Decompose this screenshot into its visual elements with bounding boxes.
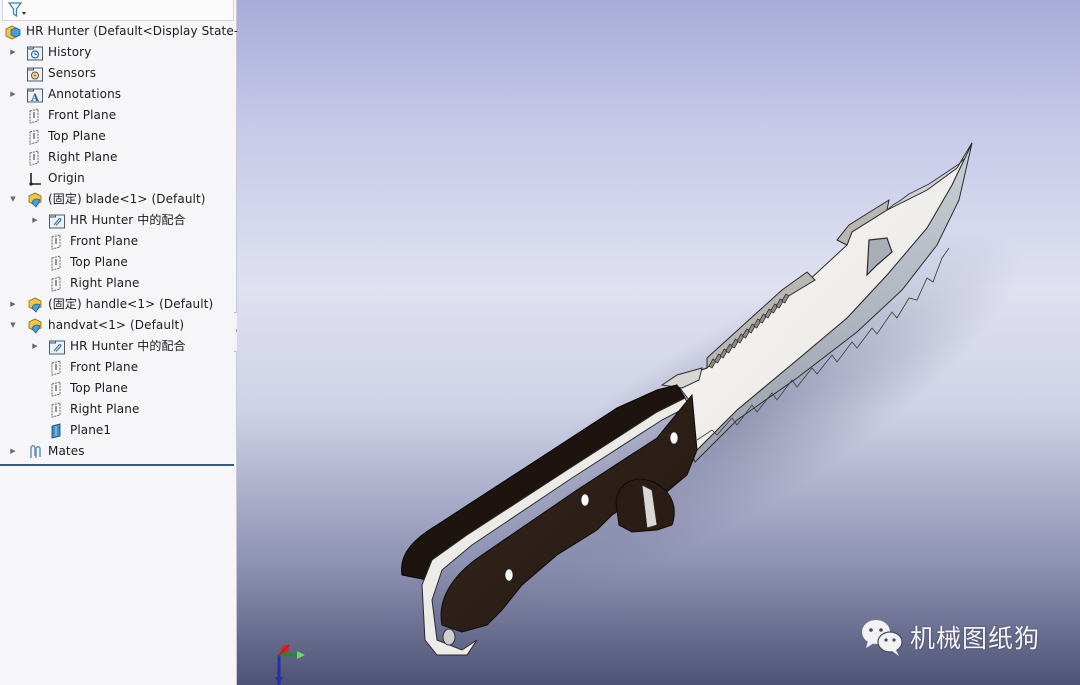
tree-item-label: Plane1 [70, 423, 112, 437]
tree-item[interactable]: ▼ (固定) blade<1> (Default) [8, 189, 206, 210]
expand-toggle-icon[interactable]: ▶ [8, 447, 18, 457]
tree-item[interactable]: ▶Right Plane [30, 399, 139, 420]
feature-manager-panel: ▶HR Hunter (Default<Display State-1>▶His… [0, 0, 256, 685]
tree-item-label: Origin [48, 171, 85, 185]
tree-item[interactable]: ▶Top Plane [8, 126, 106, 147]
tree-item-label: Right Plane [70, 402, 140, 416]
assembly-icon [4, 23, 22, 41]
tree-item-label: Annotations [48, 87, 122, 101]
part-icon [26, 296, 44, 314]
tree-item[interactable]: ▶Sensors [8, 63, 96, 84]
mates-folder-icon [48, 338, 66, 356]
plane-icon [48, 254, 66, 272]
tree-item[interactable]: ▶ HR Hunter 中的配合 [30, 336, 186, 357]
tree-item-label: Top Plane [48, 129, 106, 143]
tree-item[interactable]: ▶Right Plane [30, 273, 139, 294]
expand-toggle-icon[interactable]: ▶ [8, 48, 18, 58]
coordinate-triad-icon [275, 644, 305, 685]
plane-icon [48, 380, 66, 398]
expand-toggle-icon[interactable]: ▶ [30, 216, 40, 226]
tree-item[interactable]: ▶ History [8, 42, 91, 63]
tree-item-label: Front Plane [70, 234, 139, 248]
part-icon [26, 191, 44, 209]
mates-folder-icon [48, 212, 66, 230]
filter-icon[interactable] [7, 1, 27, 19]
collapse-toggle-icon[interactable]: ▼ [8, 195, 18, 205]
tree-item[interactable]: ▶ Mates [8, 441, 85, 462]
tree-item[interactable]: ▶Front Plane [30, 357, 138, 378]
mates-icon [26, 443, 44, 461]
expand-toggle-icon[interactable]: ▶ [30, 342, 40, 352]
tree-item-label: Front Plane [48, 108, 117, 122]
lanyard-hole [442, 628, 456, 646]
tree-item-label: (固定) blade<1> (Default) [48, 192, 206, 206]
expand-toggle-icon[interactable]: ▶ [8, 300, 18, 310]
annotations-folder-icon: A [26, 86, 44, 104]
tree-divider [0, 464, 234, 466]
handle-rivet [580, 493, 590, 507]
history-folder-icon [26, 44, 44, 62]
watermark-text: 机械图纸狗 [910, 624, 1041, 653]
tree-item[interactable]: ▶Top Plane [30, 252, 128, 273]
collapse-toggle-icon[interactable]: ▼ [8, 321, 18, 331]
tree-item-label: HR Hunter (Default<Display State-1> [26, 24, 257, 38]
tree-item[interactable]: ▶Plane1 [30, 420, 111, 441]
tree-item[interactable]: ▶Top Plane [30, 378, 128, 399]
plane-icon [26, 128, 44, 146]
plane-icon [48, 275, 66, 293]
expand-toggle-icon[interactable]: ▶ [8, 90, 18, 100]
watermark: 机械图纸狗 [860, 612, 1040, 662]
tree-item-label: Sensors [48, 66, 97, 80]
tree-item-label: Right Plane [70, 276, 140, 290]
origin-icon [26, 170, 44, 188]
tree-item[interactable]: ▶Front Plane [30, 231, 138, 252]
tree-item-label: Mates [48, 444, 85, 458]
tree-item-label: Top Plane [70, 381, 128, 395]
svg-text:A: A [30, 93, 39, 104]
tree-item[interactable]: ▶ (固定) handle<1> (Default) [8, 294, 213, 315]
handle-rivet [504, 568, 514, 582]
tree-item-label: Top Plane [70, 255, 128, 269]
tree-item-label: HR Hunter 中的配合 [70, 339, 186, 353]
tree-item[interactable]: ▶ A Annotations [8, 84, 121, 105]
part-icon [26, 317, 44, 335]
tree-filter-bar[interactable] [2, 0, 234, 21]
handle-rivet [669, 431, 679, 445]
tree-item[interactable]: ▼ handvat<1> (Default) [8, 315, 184, 336]
tree-item-label: HR Hunter 中的配合 [70, 213, 186, 227]
tree-item-label: Right Plane [48, 150, 118, 164]
tree-item-label: Front Plane [70, 360, 139, 374]
knife-model[interactable] [237, 0, 1080, 685]
plane-icon [48, 359, 66, 377]
plane-icon [26, 107, 44, 125]
plane-filled-icon [48, 422, 66, 440]
plane-icon [26, 149, 44, 167]
tree-item[interactable]: ▶ HR Hunter 中的配合 [30, 210, 186, 231]
tree-item[interactable]: ▶Origin [8, 168, 85, 189]
sensors-folder-icon [26, 65, 44, 83]
wechat-icon [862, 620, 903, 656]
tree-item[interactable]: ▶Right Plane [8, 147, 117, 168]
graphics-viewport[interactable]: 机械图纸狗 [237, 0, 1080, 685]
tree-item-label: History [48, 45, 92, 59]
plane-icon [48, 233, 66, 251]
tree-item[interactable]: ▶HR Hunter (Default<Display State-1> [4, 21, 256, 42]
tree-item-label: handvat<1> (Default) [48, 318, 185, 332]
tree-item[interactable]: ▶Front Plane [8, 105, 116, 126]
tree-item-label: (固定) handle<1> (Default) [48, 297, 214, 311]
plane-icon [48, 401, 66, 419]
